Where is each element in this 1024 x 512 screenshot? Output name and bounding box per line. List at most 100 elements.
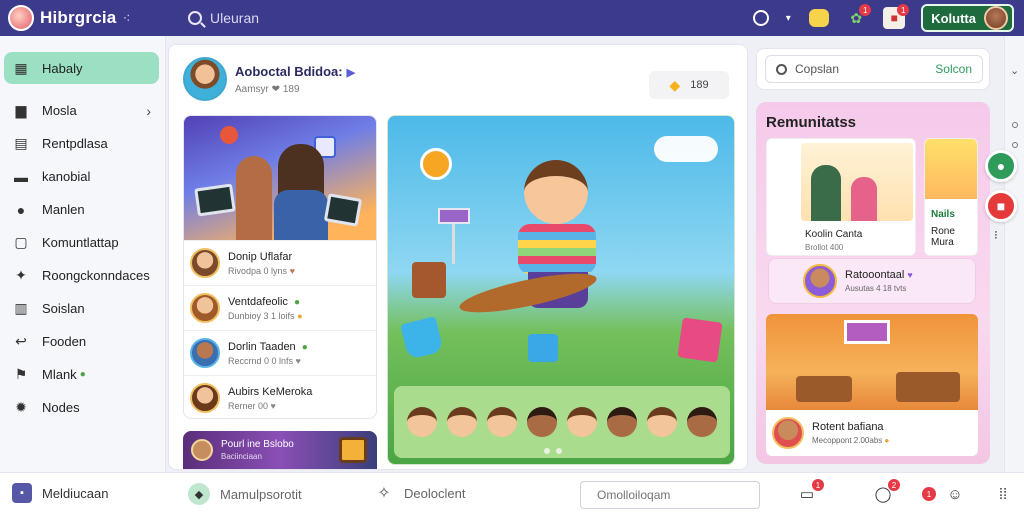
feed-card: Aoboctal Bdidoa: ▶ Aamsyr ❤ 189 ◆ 189 Don… [168, 44, 748, 470]
board-illustration [844, 320, 890, 344]
sidebar-item-komuntlattap[interactable]: ▢ Komuntlattap [0, 226, 165, 259]
post-meta: Aamsyr ❤ 189 [235, 83, 300, 95]
heart-icon: ♥ [270, 400, 276, 411]
apps-dots-icon[interactable]: ⁖ [122, 10, 130, 27]
sidebar-item-kanobial[interactable]: ▬ kanobial [0, 160, 165, 193]
pager-dot[interactable] [544, 448, 550, 454]
sidebar-item-roongckonndaces[interactable]: ✦ Roongckonndaces [0, 259, 165, 292]
promo-banner[interactable]: Pourl ine Bslobo Baciinciaan [183, 431, 377, 469]
emoji-icon[interactable]: ☺ [944, 483, 966, 505]
sidebar-item-nodes[interactable]: ✹ Nodes [0, 391, 165, 424]
reaction-button[interactable]: ◆ 189 [649, 71, 729, 99]
chevron-down-icon[interactable]: ⌄ [1010, 64, 1019, 77]
puzzle-icon: ✧ [377, 485, 391, 502]
post-author-text: Aoboctal Bdidoa: [235, 63, 343, 79]
gift-icon [339, 437, 367, 463]
communities-panel: Remunitatss Koolin Canta Brollot 400 Nai… [756, 102, 990, 464]
post-image[interactable] [387, 115, 735, 465]
alert-icon[interactable]: 1 [918, 483, 940, 505]
sidebar-item-label: Habaly [42, 60, 83, 76]
bottom-item-mamulpsorotit[interactable]: ◆ Mamulpsorotit [188, 483, 302, 505]
sidebar-item-label: Manlen [42, 202, 85, 217]
bottom-item-meldiucaan[interactable]: ▪ Meldiucaan [12, 483, 109, 503]
list-item[interactable]: Aubirs KeMeroka Rerner 00 ♥ [184, 375, 376, 418]
community-card[interactable]: Koolin Canta Brollot 400 [766, 138, 916, 256]
profile-menu[interactable]: Kolutta [921, 4, 1014, 32]
chat-bubble-icon[interactable] [809, 9, 830, 27]
inbox-badge: 1 [812, 479, 824, 491]
more-icon[interactable]: ⁝ [994, 228, 998, 242]
lock-icon: ● [996, 158, 1006, 174]
hero-image[interactable] [184, 116, 376, 240]
contact-sub: Reccrnd 0 0 lnfs [228, 355, 294, 366]
top-bar: Hibrgrcia ⁖ Uleuran ▾ ✿ 1 ■ 1 Kolutta [0, 0, 1024, 36]
chat-badge: 2 [888, 479, 900, 491]
person-illustration [274, 144, 328, 240]
card-icon: ▬ [14, 168, 28, 185]
community-sub: Brollot 400 [805, 243, 844, 252]
chevron-right-icon: › [146, 102, 151, 119]
cube-illustration [528, 334, 558, 362]
sidebar-item-soislan[interactable]: ▥ Soislan [0, 292, 165, 325]
list-item[interactable]: Ventdafeolic ● Dunbioy 3 1 loifs ● [184, 285, 376, 330]
stop-icon: ■ [996, 198, 1006, 214]
list-item[interactable]: Dorlin Taaden ● Reccrnd 0 0 lnfs ♥ [184, 330, 376, 375]
notification-card[interactable]: Ratooontaal ♥ Ausutas 4 18 tvts [768, 258, 976, 304]
chevron-down-icon[interactable]: ▾ [777, 7, 799, 29]
notifications-badge: 1 [897, 4, 910, 16]
reactions-icon[interactable]: ✿ 1 [845, 4, 872, 29]
community-card[interactable]: Rotent bafiana Mecoppont 2.00abs ● [766, 314, 978, 456]
sidebar: ▦ Habaly ▆ Mosla › ▤ Rentpdlasa ▬ kanobi… [0, 36, 166, 472]
scroll-rail[interactable]: ⌄ [1004, 36, 1024, 472]
stop-fab[interactable]: ■ [985, 190, 1017, 222]
gear-icon: ✹ [15, 399, 27, 415]
pager-dot[interactable] [556, 448, 562, 454]
search-toggle-icon[interactable] [753, 10, 770, 26]
hook-icon: ↩ [15, 333, 27, 349]
side-search-button[interactable]: Solcon [935, 62, 972, 76]
apps-grid-icon[interactable]: ⁞⁞ [992, 483, 1014, 505]
sidebar-item-habaly[interactable]: ▦ Habaly [4, 52, 159, 84]
reactions-badge: 1 [859, 4, 872, 16]
community-image [766, 314, 978, 410]
community-name: Rone Mura [931, 226, 955, 248]
avatar [190, 383, 220, 413]
side-search-input[interactable]: Copslan Solcon [765, 55, 983, 83]
bottom-input[interactable] [580, 481, 760, 509]
rail-dot-icon[interactable] [1012, 142, 1018, 148]
avatar[interactable] [183, 57, 227, 101]
brand[interactable]: Hibrgrcia ⁖ [0, 5, 168, 31]
bottom-item-label: Mamulpsorotit [220, 486, 302, 502]
community-image [925, 139, 977, 199]
sidebar-item-rentpdlasa[interactable]: ▤ Rentpdlasa [0, 127, 165, 160]
grid-icon: ▦ [14, 59, 28, 76]
bell-icon: ◆ [669, 76, 681, 93]
leaf-icon: ● [294, 296, 301, 308]
side-search-card: Copslan Solcon [756, 48, 990, 90]
sidebar-item-mlank[interactable]: ⚑ Mlank ● [0, 358, 165, 391]
sidebar-item-label: Fooden [42, 334, 87, 349]
sidebar-item-fooden[interactable]: ↩ Fooden [0, 325, 165, 358]
contact-sub: Dunbioy 3 1 loifs [228, 310, 295, 321]
carousel-pager[interactable] [544, 448, 562, 454]
notifications-icon[interactable]: ■ 1 [883, 4, 910, 29]
sidebar-item-manlen[interactable]: ● Manlen [0, 193, 165, 226]
chat-icon[interactable]: ◯ 2 [872, 479, 900, 505]
child-body [518, 224, 596, 274]
sidebar-item-label: Roongckonndaces [42, 268, 150, 283]
inbox-icon[interactable]: ▭ 1 [796, 479, 824, 505]
profile-name: Kolutta [931, 10, 976, 26]
lock-fab[interactable]: ● [985, 150, 1017, 182]
sidebar-item-label: Soislan [42, 301, 85, 316]
bottom-item-deoloclent[interactable]: ✧ Deoloclent [374, 483, 465, 503]
sidebar-item-label: Nodes [42, 400, 80, 415]
list-item[interactable]: Donip Uflafar Rivodpa 0 lyns ♥ [184, 240, 376, 285]
post-author[interactable]: Aoboctal Bdidoa: ▶ [235, 64, 355, 79]
community-name: Koolin Canta [805, 229, 863, 240]
community-card[interactable]: Nails Rone Mura [924, 138, 978, 256]
global-search[interactable]: Uleuran [188, 10, 259, 26]
sidebar-item-label: Mlank [42, 367, 77, 382]
sidebar-item-mosla[interactable]: ▆ Mosla › [0, 94, 165, 127]
rail-dot-icon[interactable] [1012, 122, 1018, 128]
avatar [984, 6, 1008, 30]
